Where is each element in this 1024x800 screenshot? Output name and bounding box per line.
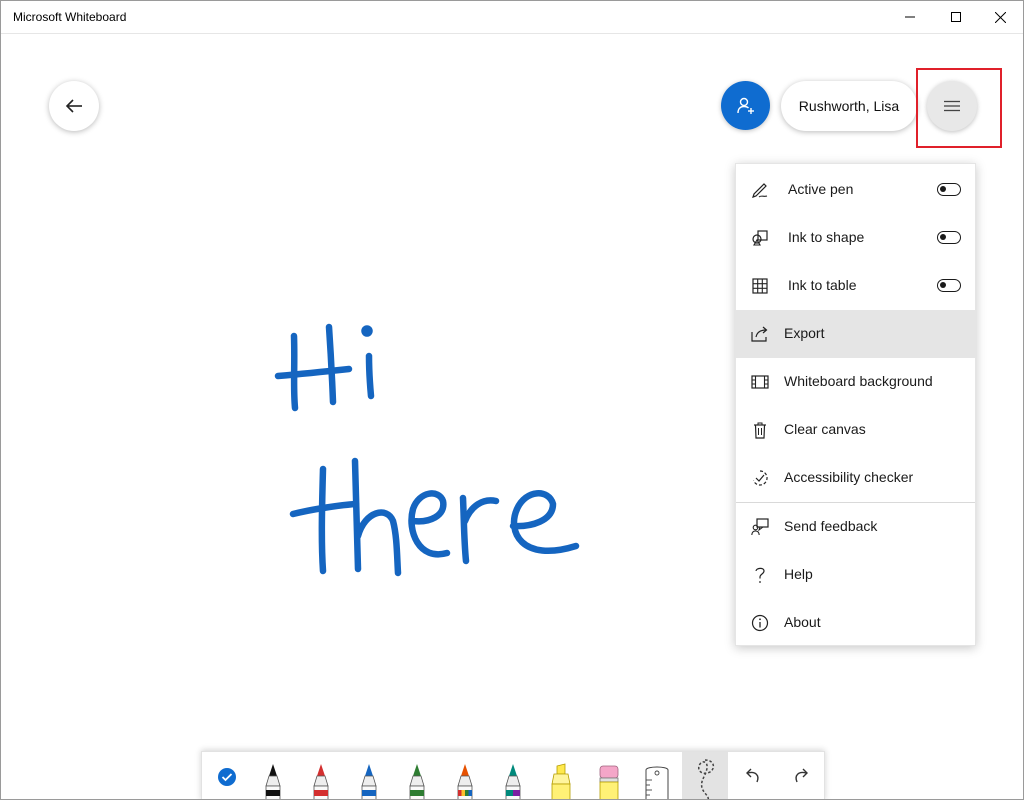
ink-to-table-toggle[interactable] (937, 279, 961, 292)
ink-to-shape-toggle[interactable] (937, 231, 961, 244)
table-icon (750, 276, 770, 296)
shapes-icon (750, 228, 770, 248)
ink-stroke (461, 497, 500, 525)
menu-item-ink-to-shape[interactable]: Ink to shape (736, 214, 975, 262)
maximize-icon (951, 12, 961, 22)
close-icon (994, 11, 1006, 23)
info-icon (750, 613, 770, 633)
menu-item-clear-canvas[interactable]: Clear canvas (736, 406, 975, 454)
settings-menu: Active pen Ink to shape Ink to table Exp… (735, 163, 976, 646)
menu-item-help[interactable]: Help (736, 551, 975, 599)
ink-stroke (325, 323, 337, 406)
ink-stroke (408, 490, 451, 558)
pen-icon (361, 764, 377, 799)
settings-menu-button[interactable] (927, 81, 977, 131)
eraser-icon (599, 765, 619, 799)
pen-icon (750, 180, 770, 200)
pen-black-button[interactable] (250, 752, 296, 799)
undo-icon (746, 768, 759, 783)
trash-icon (750, 420, 770, 440)
pen-rainbow-button[interactable] (442, 752, 488, 799)
menu-item-export[interactable]: Export (736, 310, 975, 358)
pen-galaxy-button[interactable] (490, 752, 536, 799)
pen-red-button[interactable] (298, 752, 344, 799)
share-icon (750, 324, 770, 344)
background-icon (750, 372, 770, 392)
ruler-icon (645, 766, 669, 799)
undo-button[interactable] (730, 752, 776, 799)
menu-item-accessibility-checker[interactable]: Accessibility checker (736, 454, 975, 502)
ink-stroke (509, 490, 580, 555)
handwritten-ink (274, 323, 580, 577)
highlighter-button[interactable] (538, 752, 584, 799)
pen-icon (457, 764, 473, 799)
ink-stroke (354, 509, 402, 577)
menu-item-active-pen[interactable]: Active pen (736, 166, 975, 214)
add-person-icon (736, 97, 754, 114)
ink-stroke (365, 352, 375, 400)
ink-stroke (351, 457, 362, 573)
lasso-select-button[interactable] (682, 752, 728, 799)
ruler-button[interactable] (634, 752, 680, 799)
menu-item-about[interactable]: About (736, 599, 975, 647)
back-button[interactable] (49, 81, 99, 131)
invite-button[interactable] (721, 81, 770, 130)
accessibility-icon (750, 468, 770, 488)
menu-item-whiteboard-background[interactable]: Whiteboard background (736, 358, 975, 406)
window-title: Microsoft Whiteboard (13, 10, 127, 24)
user-name: Rushworth, Lisa (798, 98, 900, 114)
pen-icon (313, 764, 329, 799)
arrow-left-icon (65, 99, 82, 113)
maximize-button[interactable] (933, 1, 979, 33)
feedback-icon (750, 517, 770, 537)
close-button[interactable] (977, 1, 1023, 33)
pen-blue-button[interactable] (346, 752, 392, 799)
title-bar: Microsoft Whiteboard (1, 1, 1023, 34)
pen-icon (409, 764, 425, 799)
eraser-button[interactable] (586, 752, 632, 799)
help-icon (750, 565, 770, 585)
active-pen-toggle[interactable] (937, 183, 961, 196)
ink-stroke (318, 465, 327, 575)
app-window: Microsoft Whiteboard Rushworth, Lisa Act… (0, 0, 1024, 800)
highlighter-icon (551, 763, 571, 799)
ink-toggle-button[interactable] (204, 752, 250, 799)
hamburger-icon (944, 100, 960, 112)
lasso-icon (698, 759, 715, 799)
ink-stroke (274, 365, 353, 380)
minimize-icon (905, 16, 915, 18)
redo-button[interactable] (778, 752, 824, 799)
check-icon (218, 768, 236, 786)
ink-stroke (459, 494, 470, 565)
menu-item-ink-to-table[interactable]: Ink to table (736, 262, 975, 310)
redo-icon (795, 768, 808, 783)
pen-icon (265, 764, 281, 799)
menu-item-send-feedback[interactable]: Send feedback (736, 503, 975, 551)
ink-toolbar (201, 751, 825, 799)
user-account-button[interactable]: Rushworth, Lisa (781, 81, 917, 131)
pen-green-button[interactable] (394, 752, 440, 799)
pen-icon (505, 764, 521, 799)
ink-stroke (361, 325, 373, 337)
minimize-button[interactable] (887, 1, 933, 33)
